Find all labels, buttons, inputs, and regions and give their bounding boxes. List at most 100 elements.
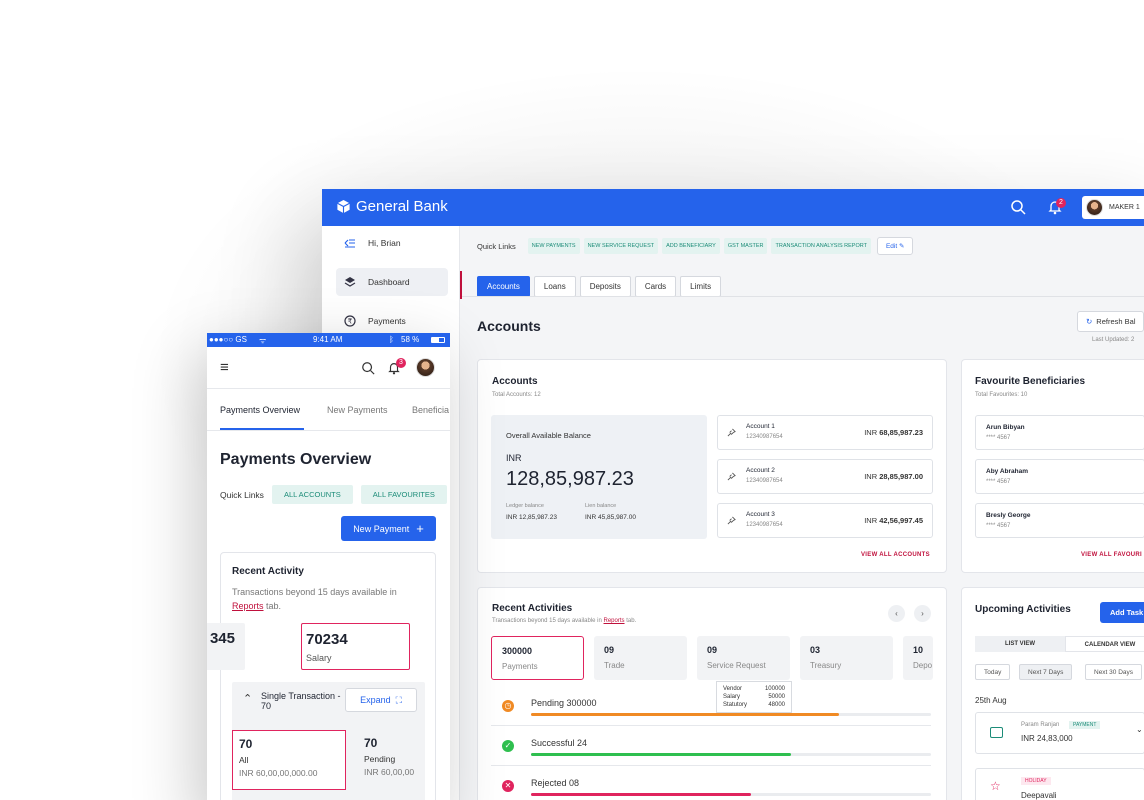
- plus-icon: +: [416, 521, 424, 536]
- quick-link-transaction-analysis[interactable]: TRANSACTION ANALYSIS REPORT: [771, 238, 871, 254]
- date-heading: 25th Aug: [975, 696, 1007, 705]
- account-row[interactable]: Account 3 12340987654 INR 42,56,997.45: [717, 503, 933, 538]
- account-tabs: Accounts Loans Deposits Cards Limits: [477, 276, 722, 297]
- pin-icon[interactable]: [727, 472, 736, 481]
- quick-link-gst-master[interactable]: GST MASTER: [723, 238, 768, 254]
- pin-icon[interactable]: [727, 428, 736, 437]
- transaction-card-all[interactable]: 70 All INR 60,00,00,000.00: [232, 730, 346, 790]
- stat-service-request[interactable]: 09 Service Request: [697, 636, 790, 680]
- sidebar-item-payments[interactable]: ₹ Payments: [336, 307, 448, 335]
- pencil-icon: ✎: [898, 243, 905, 250]
- overall-balance-label: Overall Available Balance: [506, 431, 591, 440]
- next-button[interactable]: ›: [914, 605, 931, 622]
- status-bar: ●●●○○ GS ᯤ 9:41 AM ᛒ 58 %: [207, 333, 450, 347]
- edit-quick-links-button[interactable]: Edit ✎: [876, 237, 914, 255]
- refresh-balance-button[interactable]: ↻ Refresh Bal: [1077, 311, 1144, 332]
- stat-label: Treasury: [810, 661, 842, 670]
- card-value: 70: [364, 736, 378, 750]
- quick-link-all-accounts[interactable]: ALL ACCOUNTS: [271, 485, 353, 504]
- range-next-7-days[interactable]: Next 7 Days: [1019, 664, 1073, 680]
- favourite-item[interactable]: Bresly George **** 4567: [975, 503, 1144, 538]
- recent-activity-title: Recent Activity: [232, 566, 304, 577]
- user-menu[interactable]: MAKER 1: [1082, 196, 1144, 219]
- tooltip-key: Statutory: [723, 702, 748, 708]
- quick-links-bar: Quick Links NEW PAYMENTS NEW SERVICE REQ…: [477, 237, 914, 255]
- last-updated: Last Updated: 2: [1092, 337, 1135, 343]
- recent-activity-card: Recent Activity Transactions beyond 15 d…: [207, 552, 436, 800]
- view-all-favourites-link[interactable]: VIEW ALL FAVOURI: [1081, 552, 1142, 558]
- favourite-item[interactable]: Aby Abraham **** 4567: [975, 459, 1144, 494]
- account-row[interactable]: Account 1 12340987654 INR 68,85,987.23: [717, 415, 933, 450]
- tab-loans[interactable]: Loans: [533, 276, 576, 297]
- account-balance: 42,56,997.45: [879, 516, 923, 525]
- stat-card[interactable]: 345: [207, 623, 245, 670]
- stat-treasury[interactable]: 03 Treasury: [800, 636, 893, 680]
- account-balance: 28,85,987.00: [879, 472, 923, 481]
- tab-deposits[interactable]: Deposits: [579, 276, 631, 297]
- add-task-button[interactable]: Add Task: [1100, 602, 1144, 623]
- tab-new-payments[interactable]: New Payments: [327, 405, 388, 415]
- tab-cards[interactable]: Cards: [634, 276, 677, 297]
- new-payment-button[interactable]: New Payment +: [341, 516, 436, 541]
- quick-link-add-beneficiary[interactable]: ADD BENEFICIARY: [662, 238, 720, 254]
- range-today[interactable]: Today: [975, 664, 1011, 680]
- expand-button[interactable]: Expand ⛶: [345, 688, 417, 712]
- stat-value: 345: [209, 630, 235, 647]
- greeting-text: Hi, Brian: [368, 238, 401, 248]
- tab-limits[interactable]: Limits: [680, 276, 722, 297]
- view-all-accounts-link[interactable]: VIEW ALL ACCOUNTS: [861, 552, 930, 558]
- activity-row-successful[interactable]: ✓ Successful 24: [491, 728, 931, 766]
- expand-label: Expand: [360, 695, 391, 705]
- note-text: Transactions beyond 15 days available in: [232, 587, 397, 597]
- sidebar-item-dashboard[interactable]: Dashboard: [336, 268, 448, 296]
- subtitle-text: tab.: [624, 618, 637, 624]
- account-row[interactable]: Account 2 12340987654 INR 28,85,987.00: [717, 459, 933, 494]
- brand-logo[interactable]: General Bank: [336, 198, 448, 215]
- chevron-down-icon[interactable]: ⌄: [1136, 725, 1143, 734]
- tooltip-key: Salary: [723, 694, 741, 700]
- calendar-view-toggle[interactable]: CALENDAR VIEW: [1065, 636, 1144, 652]
- chevron-up-icon[interactable]: ⌃: [243, 692, 252, 705]
- collapse-menu-icon: [344, 239, 355, 248]
- tab-beneficiaries[interactable]: Beneficia: [412, 405, 449, 415]
- prev-button[interactable]: ‹: [888, 605, 905, 622]
- tab-payments-overview[interactable]: Payments Overview: [220, 405, 300, 415]
- tooltip-value: 100000: [764, 686, 785, 692]
- stat-deposits[interactable]: 10 Depo: [903, 636, 933, 680]
- avatar[interactable]: [416, 358, 435, 377]
- event-item[interactable]: Param Ranjan PAYMENT INR 24,83,000 ⌄: [975, 712, 1144, 754]
- search-icon[interactable]: [361, 361, 375, 375]
- quick-link-new-service-request[interactable]: NEW SERVICE REQUEST: [583, 238, 659, 254]
- quick-link-new-payments[interactable]: NEW PAYMENTS: [527, 238, 580, 254]
- card-label: Pending: [364, 754, 396, 764]
- notification-badge: 2: [1056, 198, 1066, 208]
- activity-row-rejected[interactable]: ✕ Rejected 08: [491, 768, 931, 800]
- tab-accounts[interactable]: Accounts: [477, 276, 530, 297]
- pin-icon[interactable]: [727, 516, 736, 525]
- check-icon: ✓: [502, 740, 514, 752]
- reports-link[interactable]: Reports: [232, 601, 264, 611]
- tooltip-row: Statutory 48000: [723, 701, 785, 709]
- event-item[interactable]: ☆ HOLIDAY Deepavali: [975, 768, 1144, 800]
- account-number: 12340987654: [746, 522, 783, 528]
- activity-row-pending[interactable]: ◷ Pending 300000: [491, 688, 931, 726]
- account-name: Account 1: [746, 423, 775, 430]
- stat-payments[interactable]: 300000 Payments: [491, 636, 584, 680]
- stat-trade[interactable]: 09 Trade: [594, 636, 687, 680]
- account-currency: INR: [864, 472, 878, 481]
- list-view-toggle[interactable]: LIST VIEW: [975, 636, 1065, 652]
- refresh-icon: ↻: [1086, 317, 1093, 326]
- favourite-item[interactable]: Arun Bibyan **** 4567: [975, 415, 1144, 450]
- active-tab-underline: [220, 428, 304, 430]
- hamburger-menu-icon[interactable]: ≡: [220, 359, 229, 376]
- overall-balance-panel: Overall Available Balance INR 128,85,987…: [491, 415, 707, 539]
- mobile-quick-links: Quick Links ALL ACCOUNTS ALL FAVOURITES: [220, 485, 447, 504]
- beneficiary-name: Bresly George: [986, 512, 1031, 519]
- quick-link-all-favourites[interactable]: ALL FAVOURITES: [360, 485, 447, 504]
- search-icon[interactable]: [1010, 199, 1026, 215]
- reports-link[interactable]: Reports: [604, 618, 625, 624]
- sidebar-greeting[interactable]: Hi, Brian: [336, 229, 448, 257]
- stat-card-salary[interactable]: 70234 Salary: [301, 623, 410, 670]
- range-next-30-days[interactable]: Next 30 Days: [1085, 664, 1143, 680]
- transaction-card-pending[interactable]: 70 Pending INR 60,00,00: [358, 730, 428, 790]
